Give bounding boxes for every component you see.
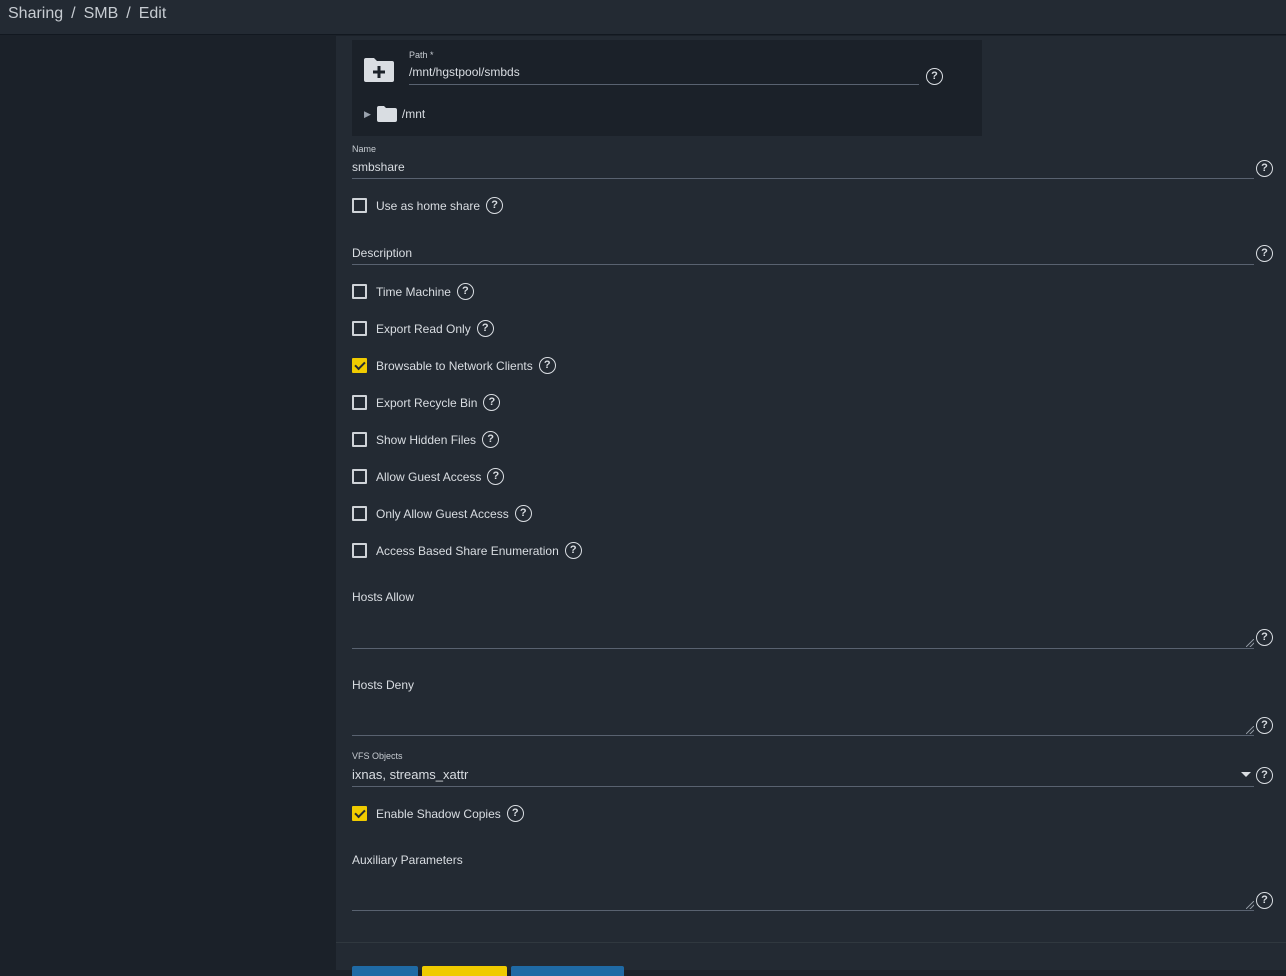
aux-params-label: Auxiliary Parameters [352, 853, 463, 867]
path-underline [409, 84, 919, 85]
hosts-deny-help-icon[interactable]: ? [1256, 717, 1273, 734]
name-underline [352, 178, 1254, 179]
path-explorer: Path * /mnt/hgstpool/smbds ? ▶ /mnt [352, 40, 982, 136]
advanced-mode-button[interactable] [511, 966, 624, 976]
hosts-deny-resize-handle[interactable] [1246, 726, 1254, 734]
path-input[interactable]: /mnt/hgstpool/smbds [409, 65, 520, 79]
cancel-button[interactable] [422, 966, 507, 976]
hosts-allow-help-icon[interactable]: ? [1256, 629, 1273, 646]
left-panel [0, 36, 336, 970]
time-machine-checkbox[interactable] [352, 284, 367, 299]
save-button[interactable] [352, 966, 418, 976]
hosts-allow-label: Hosts Allow [352, 590, 415, 604]
access-based-enumeration-help-icon[interactable]: ? [564, 542, 582, 559]
time-machine-label: Time Machine [376, 284, 451, 299]
aux-params-textarea[interactable] [352, 910, 1254, 911]
only-allow-guest-access-row[interactable]: Only Allow Guest Access ? [352, 505, 532, 522]
use-home-share-checkbox[interactable] [352, 198, 367, 213]
access-based-enumeration-label: Access Based Share Enumeration [376, 543, 559, 558]
export-read-only-label: Export Read Only [376, 321, 471, 336]
description-input[interactable]: Description [352, 246, 412, 260]
tree-node-label: /mnt [401, 107, 426, 121]
folder-icon [376, 106, 397, 122]
export-recycle-bin-help-icon[interactable]: ? [483, 394, 501, 411]
description-help-icon[interactable]: ? [1256, 245, 1273, 262]
name-label: Name [352, 144, 377, 154]
footer-divider [336, 942, 1286, 943]
hosts-allow-textarea[interactable] [352, 648, 1254, 649]
export-recycle-bin-checkbox[interactable] [352, 395, 367, 410]
top-bar: Sharing / SMB / Edit [0, 0, 1286, 35]
allow-guest-access-checkbox[interactable] [352, 469, 367, 484]
shadow-copies-label: Enable Shadow Copies [376, 806, 501, 821]
vfs-objects-underline [352, 786, 1254, 787]
breadcrumb-smb[interactable]: SMB [84, 5, 119, 23]
browsable-help-icon[interactable]: ? [538, 357, 556, 374]
access-based-enumeration-row[interactable]: Access Based Share Enumeration ? [352, 542, 582, 559]
browsable-checkbox[interactable] [352, 358, 367, 373]
name-input[interactable]: smbshare [352, 160, 405, 174]
browsable-label: Browsable to Network Clients [376, 358, 533, 373]
chevron-down-icon[interactable] [1241, 772, 1251, 777]
export-recycle-bin-row[interactable]: Export Recycle Bin ? [352, 394, 501, 411]
export-read-only-help-icon[interactable]: ? [476, 320, 494, 337]
time-machine-row[interactable]: Time Machine ? [352, 283, 474, 300]
vfs-objects-select[interactable]: ixnas, streams_xattr [352, 767, 468, 782]
breadcrumb-separator: / [71, 5, 76, 22]
breadcrumb: Sharing / SMB / Edit [8, 5, 166, 23]
tree-node-mnt[interactable]: ▶ /mnt [364, 106, 425, 122]
hosts-deny-label: Hosts Deny [352, 678, 415, 692]
path-label: Path * [409, 50, 434, 60]
access-based-enumeration-checkbox[interactable] [352, 543, 367, 558]
only-allow-guest-access-label: Only Allow Guest Access [376, 506, 509, 521]
show-hidden-files-row[interactable]: Show Hidden Files ? [352, 431, 500, 448]
path-help-icon[interactable]: ? [926, 68, 943, 85]
description-underline [352, 264, 1254, 265]
hosts-allow-resize-handle[interactable] [1246, 639, 1254, 647]
export-read-only-row[interactable]: Export Read Only ? [352, 320, 494, 337]
breadcrumb-separator: / [126, 5, 131, 22]
name-help-icon[interactable]: ? [1256, 160, 1273, 177]
smb-edit-form: Path * /mnt/hgstpool/smbds ? ▶ /mnt Name… [336, 36, 1286, 976]
breadcrumb-edit: Edit [138, 5, 167, 22]
show-hidden-files-label: Show Hidden Files [376, 432, 477, 447]
only-allow-guest-access-help-icon[interactable]: ? [514, 505, 532, 522]
browsable-row[interactable]: Browsable to Network Clients ? [352, 357, 556, 374]
vfs-objects-label: VFS Objects [352, 751, 403, 761]
time-machine-help-icon[interactable]: ? [456, 283, 474, 300]
add-folder-icon[interactable] [363, 57, 395, 83]
breadcrumb-sharing[interactable]: Sharing [8, 5, 63, 23]
show-hidden-files-help-icon[interactable]: ? [482, 431, 500, 448]
aux-params-resize-handle[interactable] [1246, 901, 1254, 909]
allow-guest-access-label: Allow Guest Access [376, 469, 482, 484]
use-home-share-label: Use as home share [376, 198, 481, 213]
only-allow-guest-access-checkbox[interactable] [352, 506, 367, 521]
export-recycle-bin-label: Export Recycle Bin [376, 395, 478, 410]
vfs-objects-help-icon[interactable]: ? [1256, 767, 1273, 784]
export-read-only-checkbox[interactable] [352, 321, 367, 336]
show-hidden-files-checkbox[interactable] [352, 432, 367, 447]
allow-guest-access-help-icon[interactable]: ? [487, 468, 505, 485]
aux-params-help-icon[interactable]: ? [1256, 892, 1273, 909]
use-home-share-help-icon[interactable]: ? [486, 197, 504, 214]
expand-caret-icon[interactable]: ▶ [364, 109, 371, 120]
shadow-copies-help-icon[interactable]: ? [506, 805, 524, 822]
allow-guest-access-row[interactable]: Allow Guest Access ? [352, 468, 505, 485]
hosts-deny-textarea[interactable] [352, 735, 1254, 736]
shadow-copies-row[interactable]: Enable Shadow Copies ? [352, 805, 524, 822]
use-home-share-row[interactable]: Use as home share ? [352, 197, 504, 214]
shadow-copies-checkbox[interactable] [352, 806, 367, 821]
